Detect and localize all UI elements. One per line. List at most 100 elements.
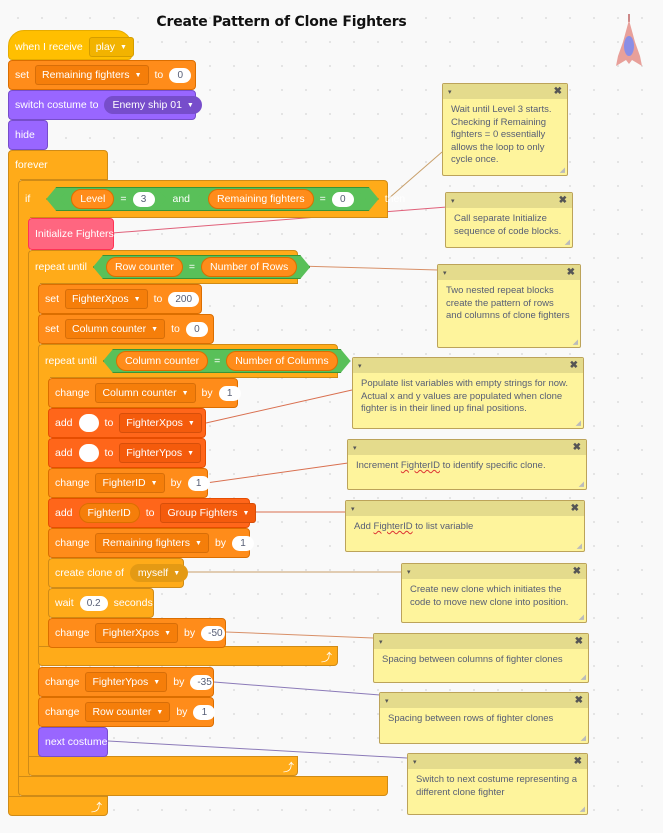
forever-block[interactable]: forever [8, 150, 108, 180]
comment-note[interactable]: ▾ ✖ Spacing between columns of fighter cl… [373, 633, 589, 683]
list-dropdown[interactable]: FighterYpos ▼ [119, 443, 202, 463]
change-row-counter-block[interactable]: change Row counter ▼ by 1 [38, 697, 216, 727]
resize-handle-icon[interactable]: ◢ [565, 238, 570, 246]
number-of-rows-reporter[interactable]: Number of Rows [201, 257, 297, 277]
list-dropdown[interactable]: FighterXpos ▼ [119, 413, 202, 433]
variable-dropdown[interactable]: FighterID ▼ [95, 473, 165, 493]
collapse-icon[interactable]: ▾ [407, 568, 411, 576]
comment-note[interactable]: ▾ ✖ Create new clone which initiates the … [401, 563, 587, 623]
repeat-until-columns-block[interactable]: repeat until Column counter = Number of … [38, 344, 338, 378]
close-icon[interactable]: ✖ [567, 267, 575, 278]
level-value-input[interactable]: 3 [133, 192, 155, 207]
value-input[interactable]: 1 [218, 385, 241, 401]
fighterid-reporter[interactable]: FighterID [78, 503, 140, 523]
comment-note[interactable]: ▾ ✖ Spacing between rows of fighter clone… [379, 692, 589, 744]
remaining-value-input[interactable]: 0 [332, 192, 354, 207]
value-input[interactable]: 0 [185, 321, 208, 337]
set-remaining-fighters-block[interactable]: set Remaining fighters ▼ to 0 [8, 60, 196, 90]
item-input[interactable] [78, 444, 99, 462]
resize-handle-icon[interactable]: ◢ [573, 338, 578, 346]
variable-dropdown[interactable]: Column counter ▼ [95, 383, 196, 403]
comment-note[interactable]: ▾ ✖ Two nested repeat blocks create the p… [437, 264, 581, 348]
column-counter-reporter[interactable]: Column counter [116, 351, 208, 371]
collapse-icon[interactable]: ▾ [443, 269, 447, 277]
value-input[interactable]: -35 [190, 674, 213, 690]
comment-text[interactable]: Switch to next costume representing a di… [408, 769, 587, 804]
level-reporter[interactable]: Level [71, 189, 114, 209]
variable-dropdown[interactable]: Remaining fighters ▼ [35, 65, 149, 85]
rows-equals-operator[interactable]: Row counter = Number of Rows [93, 255, 310, 279]
value-input[interactable]: 1 [193, 704, 216, 720]
value-input[interactable]: 1 [232, 535, 255, 551]
change-fighterid-block[interactable]: change FighterID ▼ by 1 [48, 468, 210, 498]
collapse-icon[interactable]: ▾ [353, 444, 357, 452]
message-dropdown[interactable]: play ▼ [88, 37, 134, 57]
comment-text[interactable]: Add FighterID to list variable [346, 516, 584, 539]
collapse-icon[interactable]: ▾ [351, 505, 355, 513]
initialize-fighters-block[interactable]: Initialize Fighters [28, 218, 114, 250]
resize-handle-icon[interactable]: ◢ [560, 166, 565, 174]
variable-dropdown[interactable]: Remaining fighters ▼ [95, 533, 209, 553]
close-icon[interactable]: ✖ [570, 360, 578, 371]
row-counter-reporter[interactable]: Row counter [106, 257, 183, 277]
close-icon[interactable]: ✖ [574, 756, 582, 767]
add-to-fighterypos-block[interactable]: add to FighterYpos ▼ [48, 438, 206, 468]
create-clone-block[interactable]: create clone of myself ▼ [48, 558, 189, 588]
if-then-block[interactable]: if Level = 3 and Remaining fighters = 0 … [18, 180, 405, 218]
hide-block[interactable]: hide [8, 120, 48, 150]
resize-handle-icon[interactable]: ◢ [579, 480, 584, 488]
next-costume-block[interactable]: next costume [38, 727, 108, 757]
comment-text[interactable]: Create new clone which initiates the cod… [402, 579, 586, 614]
add-fighterid-to-group-block[interactable]: add FighterID to Group Fighters ▼ [48, 498, 257, 528]
set-column-counter-block[interactable]: set Column counter ▼ to 0 [38, 314, 214, 344]
resize-handle-icon[interactable]: ◢ [581, 673, 586, 681]
comment-note[interactable]: ▾ ✖ Populate list variables with empty st… [352, 357, 584, 429]
value-input[interactable]: 1 [187, 475, 210, 491]
when-i-receive-hat-block[interactable]: when I receive play ▼ [8, 30, 134, 60]
value-input[interactable]: 200 [168, 291, 200, 307]
change-remaining-fighters-block[interactable]: change Remaining fighters ▼ by 1 [48, 528, 255, 558]
list-dropdown[interactable]: Group Fighters ▼ [160, 503, 257, 523]
comment-text[interactable]: Call separate Initialize sequence of cod… [446, 208, 572, 243]
resize-handle-icon[interactable]: ◢ [581, 734, 586, 742]
close-icon[interactable]: ✖ [571, 503, 579, 514]
set-fighterxpos-block[interactable]: set FighterXpos ▼ to 200 [38, 284, 202, 314]
close-icon[interactable]: ✖ [575, 636, 583, 647]
comment-note[interactable]: ▾ ✖ Switch to next costume representing a… [407, 753, 588, 815]
variable-dropdown[interactable]: FighterYpos ▼ [85, 672, 168, 692]
comment-note[interactable]: ▾ ✖ Call separate Initialize sequence of … [445, 192, 573, 248]
collapse-icon[interactable]: ▾ [448, 88, 452, 96]
collapse-icon[interactable]: ▾ [451, 197, 455, 205]
and-operator[interactable]: Level = 3 and Remaining fighters = 0 [46, 187, 378, 211]
variable-dropdown[interactable]: FighterXpos ▼ [65, 289, 148, 309]
close-icon[interactable]: ✖ [573, 442, 581, 453]
clone-target-dropdown[interactable]: myself ▼ [129, 564, 189, 582]
close-icon[interactable]: ✖ [559, 195, 567, 206]
switch-costume-block[interactable]: switch costume to Enemy ship 01 ▼ [8, 90, 202, 120]
collapse-icon[interactable]: ▾ [385, 697, 389, 705]
add-to-fighterxpos-block[interactable]: add to FighterXpos ▼ [48, 408, 206, 438]
change-fighterxpos-block[interactable]: change FighterXpos ▼ by -50 [48, 618, 226, 648]
number-of-columns-reporter[interactable]: Number of Columns [226, 351, 337, 371]
collapse-icon[interactable]: ▾ [413, 758, 417, 766]
remaining-equals-operator[interactable]: Remaining fighters = 0 [196, 188, 366, 210]
variable-dropdown[interactable]: Column counter ▼ [65, 319, 166, 339]
variable-dropdown[interactable]: Row counter ▼ [85, 702, 171, 722]
resize-handle-icon[interactable]: ◢ [580, 805, 585, 813]
collapse-icon[interactable]: ▾ [379, 638, 383, 646]
value-input[interactable]: -50 [201, 625, 225, 641]
level-equals-operator[interactable]: Level = 3 [59, 188, 166, 210]
close-icon[interactable]: ✖ [554, 86, 562, 97]
comment-text[interactable]: Wait until Level 3 starts. Checking if R… [443, 99, 567, 172]
comment-note[interactable]: ▾ ✖ Add FighterID to list variable ◢ [345, 500, 585, 552]
repeat-until-rows-block[interactable]: repeat until Row counter = Number of Row… [28, 250, 298, 284]
resize-handle-icon[interactable]: ◢ [579, 613, 584, 621]
change-column-counter-block[interactable]: change Column counter ▼ by 1 [48, 378, 241, 408]
change-fighterypos-block[interactable]: change FighterYpos ▼ by -35 [38, 667, 214, 697]
seconds-input[interactable]: 0.2 [79, 595, 108, 611]
comment-text[interactable]: Spacing between columns of fighter clone… [374, 649, 588, 672]
resize-handle-icon[interactable]: ◢ [576, 419, 581, 427]
variable-dropdown[interactable]: FighterXpos ▼ [95, 623, 179, 643]
close-icon[interactable]: ✖ [575, 695, 583, 706]
collapse-icon[interactable]: ▾ [358, 362, 362, 370]
